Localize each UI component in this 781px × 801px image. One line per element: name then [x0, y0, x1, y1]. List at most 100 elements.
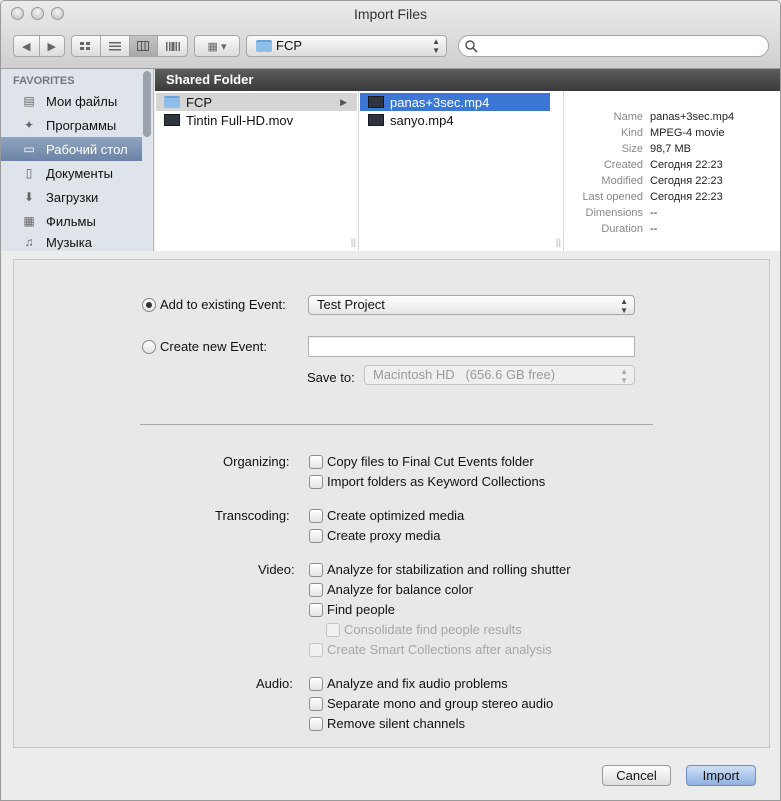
folder-icon: [256, 40, 272, 52]
transcoding-label: Transcoding:: [215, 508, 290, 523]
consolidate-people-checkbox[interactable]: [326, 623, 340, 637]
file-name: panas+3sec.mp4: [390, 94, 490, 110]
all-files-icon: ▤: [23, 94, 35, 108]
info-value: 98,7 MB: [650, 143, 691, 155]
create-new-event-label: Create new Event:: [160, 339, 267, 354]
mono-stereo-checkbox[interactable]: [309, 697, 323, 711]
audio-label: Audio:: [256, 676, 293, 691]
column-resize-handle[interactable]: | |: [556, 237, 561, 247]
keyword-collections-checkbox[interactable]: [309, 475, 323, 489]
proxy-media-checkbox[interactable]: [309, 529, 323, 543]
sidebar-item-label: Музыка: [46, 234, 92, 250]
smart-collections-checkbox[interactable]: [309, 643, 323, 657]
titlebar: Import Files ◀ ▶ ▦ ▾ FCP ▲ ▼: [1, 1, 780, 69]
movies-icon: ▦: [23, 214, 35, 228]
sidebar-item-applications[interactable]: ✦ Программы: [1, 113, 142, 137]
search-icon: [465, 40, 478, 53]
sidebar-item-downloads[interactable]: ⬇ Загрузки: [1, 185, 142, 209]
file-name: FCP: [186, 94, 212, 110]
list-item[interactable]: sanyo.mp4: [360, 111, 550, 129]
section-divider: [140, 424, 653, 425]
import-button[interactable]: Import: [686, 765, 756, 786]
info-row-created: Created Сегодня 22:23: [564, 159, 780, 171]
existing-event-value: Test Project: [317, 297, 385, 312]
add-existing-event-label: Add to existing Event:: [160, 297, 286, 312]
chevron-right-icon[interactable]: ▶: [40, 36, 65, 56]
info-row-dimensions: Dimensions --: [564, 207, 780, 219]
mono-stereo-label: Separate mono and group stereo audio: [327, 696, 554, 711]
fix-audio-checkbox[interactable]: [309, 677, 323, 691]
sidebar-item-music[interactable]: ♫ Музыка: [1, 233, 142, 251]
new-event-name-field[interactable]: [308, 336, 635, 357]
info-row-last-opened: Last opened Сегодня 22:23: [564, 191, 780, 203]
save-to-label: Save to:: [307, 370, 355, 385]
icon-view-icon[interactable]: [72, 36, 101, 56]
column-view-icon[interactable]: [129, 36, 159, 56]
updown-arrows-icon: ▲ ▼: [432, 37, 440, 55]
info-key: Name: [613, 111, 643, 123]
list-view-icon[interactable]: [101, 36, 130, 56]
save-to-value: Macintosh HD (656.6 GB free): [373, 367, 556, 382]
sidebar-item-label: Мои файлы: [46, 93, 118, 109]
sidebar-item-label: Рабочий стол: [46, 141, 128, 157]
list-item[interactable]: panas+3sec.mp4: [360, 93, 550, 111]
info-key: Size: [621, 143, 643, 155]
list-item[interactable]: FCP ▶: [156, 93, 357, 111]
existing-event-popup[interactable]: Test Project ▲ ▼: [308, 295, 635, 315]
sidebar-item-label: Программы: [46, 117, 117, 133]
back-forward-control: ◀ ▶: [13, 35, 65, 57]
stabilization-label: Analyze for stabilization and rolling sh…: [327, 562, 571, 577]
applications-icon: ✦: [23, 118, 35, 132]
file-name: sanyo.mp4: [390, 112, 454, 128]
info-row-duration: Duration --: [564, 223, 780, 235]
cancel-button[interactable]: Cancel: [602, 765, 671, 786]
file-info-panel: Name panas+3sec.mp4 Kind MPEG-4 movie Size…: [564, 91, 780, 251]
disclosure-arrow-icon: ▶: [340, 96, 347, 107]
sidebar-item-label: Загрузки: [46, 189, 99, 205]
documents-icon: ▯: [25, 166, 33, 180]
location-label: FCP: [276, 38, 302, 53]
sidebar-item-label: Документы: [46, 165, 114, 181]
movie-file-icon: [368, 96, 384, 108]
arrange-menu-button[interactable]: ▦ ▾: [194, 35, 240, 57]
search-field[interactable]: [458, 35, 769, 57]
sidebar-item-desktop[interactable]: ▭ Рабочий стол: [1, 137, 142, 161]
sidebar-scrollbar[interactable]: [143, 71, 151, 137]
movie-file-icon: [368, 114, 384, 126]
list-item[interactable]: Tintin Full-HD.mov: [156, 111, 357, 129]
sidebar-item-documents[interactable]: ▯ Документы: [1, 161, 142, 185]
find-people-label: Find people: [327, 602, 395, 617]
balance-color-checkbox[interactable]: [309, 583, 323, 597]
info-value: MPEG-4 movie: [650, 127, 725, 139]
info-value: Сегодня 22:23: [650, 191, 723, 203]
coverflow-view-icon[interactable]: [158, 36, 187, 56]
save-to-popup[interactable]: Macintosh HD (656.6 GB free) ▲ ▼: [364, 365, 635, 385]
location-popup[interactable]: FCP ▲ ▼: [246, 35, 447, 57]
find-people-checkbox[interactable]: [309, 603, 323, 617]
info-key: Last opened: [582, 191, 643, 203]
info-key: Created: [603, 159, 643, 171]
arrange-grid-icon: ▦ ▾: [207, 40, 227, 53]
organizing-label: Organizing:: [223, 454, 290, 469]
smart-collections-label: Create Smart Collections after analysis: [327, 642, 552, 657]
sidebar-item-movies[interactable]: ▦ Фильмы: [1, 209, 142, 233]
sidebar-item-my-files[interactable]: ▤ Мои файлы: [1, 89, 142, 113]
downloads-icon: ⬇: [23, 190, 35, 204]
add-existing-event-radio[interactable]: [142, 298, 156, 312]
info-key: Modified: [601, 175, 643, 187]
sidebar-item-label: Фильмы: [46, 213, 96, 229]
create-new-event-radio[interactable]: [142, 340, 156, 354]
stabilization-checkbox[interactable]: [309, 563, 323, 577]
chevron-left-icon[interactable]: ◀: [14, 36, 40, 56]
column-resize-handle[interactable]: | |: [351, 237, 356, 247]
column-header: Shared Folder: [155, 69, 780, 91]
sidebar: FAVORITES ▤ Мои файлы ✦ Программы ▭ Рабо…: [1, 69, 154, 251]
info-row-kind: Kind MPEG-4 movie: [564, 127, 780, 139]
optimized-media-checkbox[interactable]: [309, 509, 323, 523]
silent-channels-checkbox[interactable]: [309, 717, 323, 731]
info-value: Сегодня 22:23: [650, 159, 723, 171]
info-key: Duration: [601, 223, 643, 235]
info-key: Kind: [620, 127, 643, 139]
copy-files-checkbox[interactable]: [309, 455, 323, 469]
updown-arrows-icon: ▲ ▼: [620, 367, 628, 385]
